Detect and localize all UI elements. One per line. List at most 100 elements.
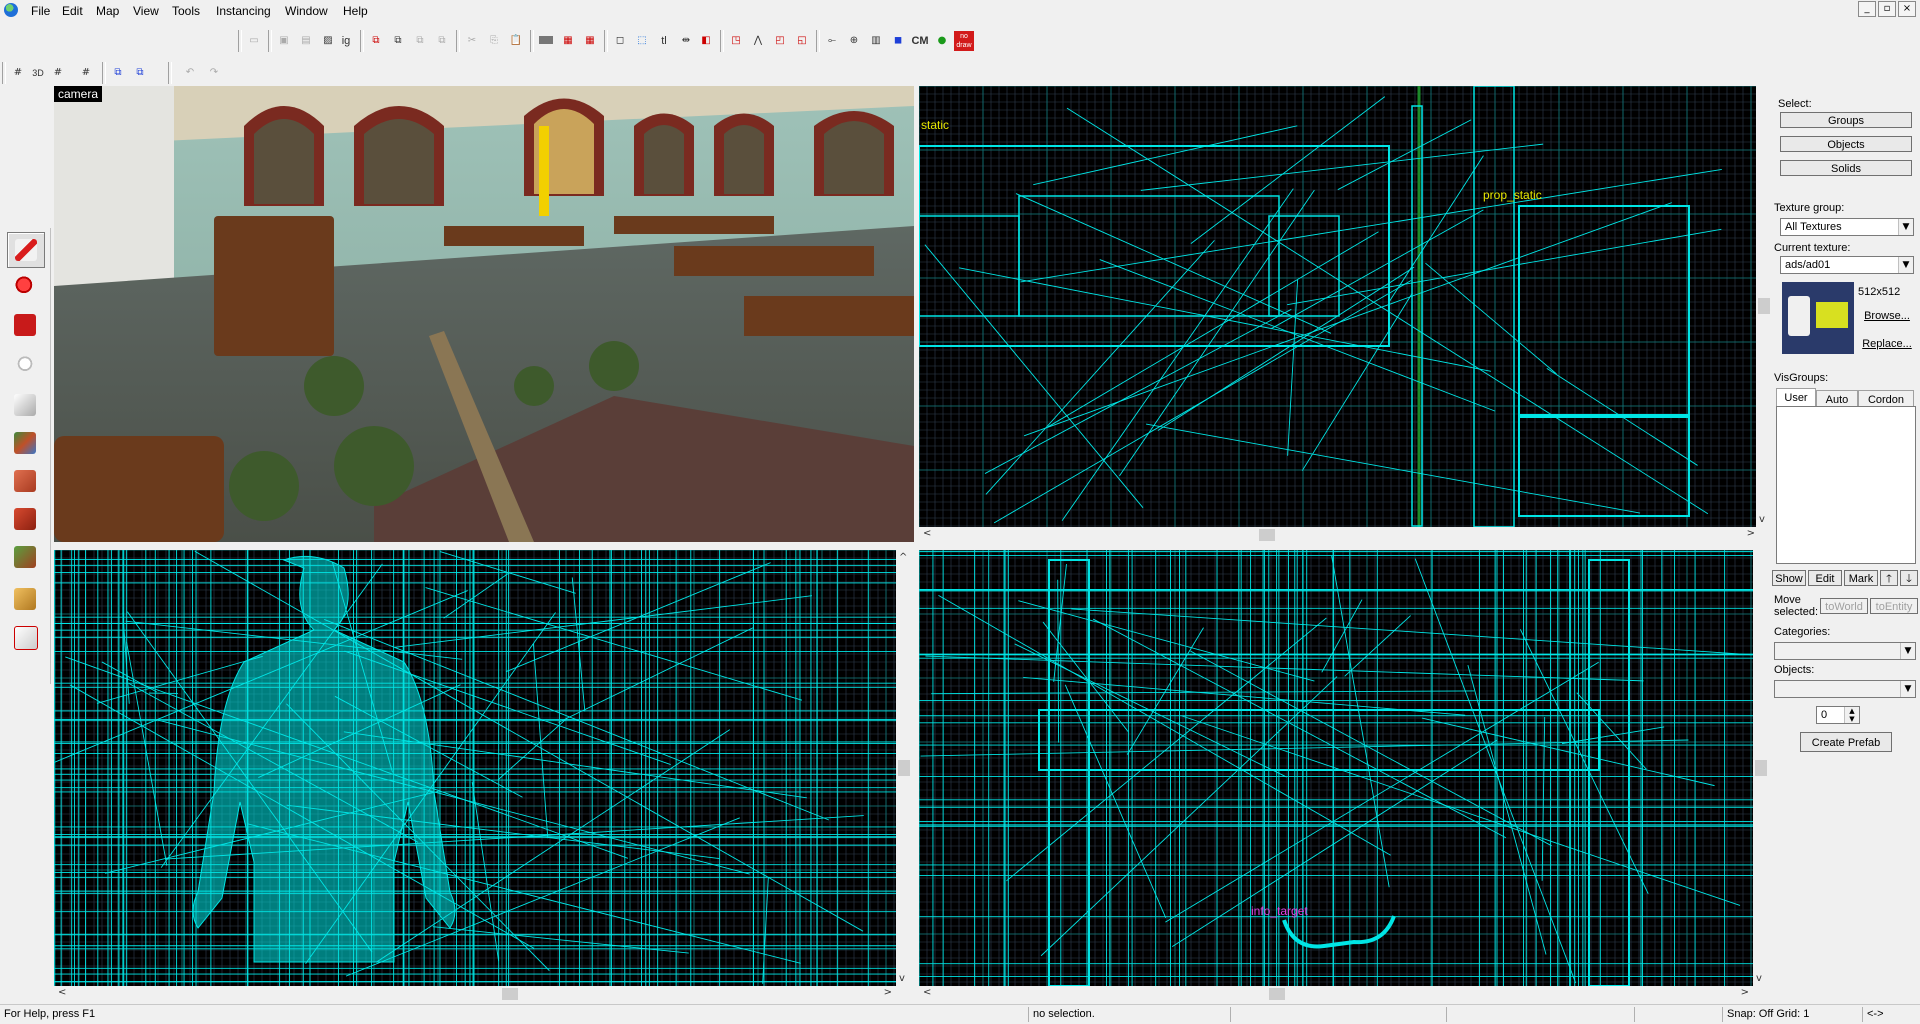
scroll-down-icon[interactable]: v xyxy=(1756,973,1762,984)
quick-hide-brushes-icon[interactable]: ◱ xyxy=(792,31,812,51)
tab-user[interactable]: User xyxy=(1776,388,1816,406)
cut-icon[interactable]: ✂ xyxy=(462,31,482,51)
run-map-icon[interactable]: ⟜ xyxy=(822,31,842,51)
side-2d-viewport[interactable] xyxy=(54,550,896,986)
magnify-tool[interactable] xyxy=(7,270,43,304)
cubemap-button[interactable]: CM xyxy=(910,31,930,51)
cascade-views-icon[interactable]: ⧉ xyxy=(130,63,150,83)
scroll-down-icon[interactable]: v xyxy=(899,973,905,984)
carve-icon[interactable]: ▭ xyxy=(244,31,264,51)
select-solids-button[interactable]: Solids xyxy=(1780,160,1912,176)
selection-box-icon[interactable]: ◻ xyxy=(610,31,630,51)
texture-lock-scale-icon[interactable]: ⧉ xyxy=(388,31,408,51)
prefab-count-spinner[interactable]: 0 ▲▼ xyxy=(1816,706,1860,724)
replace-button[interactable]: Replace... xyxy=(1858,336,1916,352)
tile-views-icon[interactable]: ⧉ xyxy=(108,63,128,83)
scroll-thumb[interactable] xyxy=(502,988,518,1000)
quick-hide-entities-icon[interactable]: ◰ xyxy=(770,31,790,51)
scroll-left-icon[interactable]: < xyxy=(58,987,66,998)
move-up-icon[interactable]: 🡑 xyxy=(1880,570,1898,586)
toggle-handles-icon[interactable]: ◧ xyxy=(696,31,716,51)
restore-button[interactable]: ▫ xyxy=(1878,1,1896,17)
scroll-thumb[interactable] xyxy=(1269,988,1285,1000)
grid-icon[interactable] xyxy=(536,31,556,51)
flip-h-icon[interactable]: ⧉ xyxy=(410,31,430,51)
entity-report-icon[interactable]: ◼ xyxy=(888,31,908,51)
vertical-scrollbar[interactable]: v xyxy=(1753,550,1769,986)
show-3d-grid-icon[interactable]: ▥ xyxy=(866,31,886,51)
scroll-right-icon[interactable]: > xyxy=(1747,528,1755,539)
grid-2d-icon[interactable]: # xyxy=(8,63,28,83)
move-down-icon[interactable]: 🡓 xyxy=(1900,570,1918,586)
scroll-up-icon[interactable]: ^ xyxy=(899,552,907,563)
overlay-tool[interactable] xyxy=(7,540,43,574)
horizontal-scrollbar[interactable]: < > xyxy=(919,527,1759,543)
redo-icon[interactable]: ↷ xyxy=(204,63,224,83)
align-icon[interactable]: ⇹ xyxy=(676,31,696,51)
grid-lg-icon[interactable]: # xyxy=(76,63,96,83)
texture-group-select[interactable]: All Textures ▼ xyxy=(1780,218,1914,236)
menu-view[interactable]: View xyxy=(133,3,159,19)
visgroup-edit-button[interactable]: Edit xyxy=(1808,570,1842,586)
check-problems-icon[interactable]: ⊕ xyxy=(844,31,864,51)
scroll-right-icon[interactable]: > xyxy=(884,987,892,998)
minimize-button[interactable]: _ xyxy=(1858,1,1876,17)
tl-icon[interactable]: tl xyxy=(654,31,674,51)
scroll-right-icon[interactable]: > xyxy=(1741,987,1749,998)
smaller-grid-icon[interactable]: ▦ xyxy=(558,31,578,51)
block-tool[interactable] xyxy=(7,388,43,422)
select-groups-button[interactable]: Groups xyxy=(1780,112,1912,128)
clip-tool[interactable] xyxy=(7,582,43,616)
flip-v-icon[interactable]: ⧉ xyxy=(432,31,452,51)
scroll-thumb[interactable] xyxy=(1755,760,1767,776)
select-icon[interactable]: ⬚ xyxy=(632,31,652,51)
visgroup-show-button[interactable]: Show xyxy=(1772,570,1806,586)
menu-help[interactable]: Help xyxy=(343,3,368,19)
copy-icon[interactable]: ⎘ xyxy=(484,31,504,51)
front-2d-viewport[interactable]: info_target xyxy=(919,550,1753,986)
group-icon[interactable]: ▣ xyxy=(274,31,294,51)
current-texture-select[interactable]: ads/ad01 ▼ xyxy=(1780,256,1914,274)
nodraw-button[interactable]: no draw xyxy=(954,31,974,51)
visgroup-mark-button[interactable]: Mark xyxy=(1844,570,1878,586)
grid-sm-icon[interactable]: # xyxy=(48,63,68,83)
texture-lock-icon[interactable]: ⧉ xyxy=(366,31,386,51)
menu-file[interactable]: File xyxy=(31,3,50,19)
scroll-left-icon[interactable]: < xyxy=(923,528,931,539)
larger-grid-icon[interactable]: ▦ xyxy=(580,31,600,51)
menu-edit[interactable]: Edit xyxy=(62,3,83,19)
entity-tool[interactable] xyxy=(7,350,43,384)
menu-window[interactable]: Window xyxy=(285,3,328,19)
menu-map[interactable]: Map xyxy=(96,3,119,19)
camera-viewport[interactable]: camera xyxy=(54,86,914,542)
selection-tool[interactable] xyxy=(7,232,45,268)
categories-select[interactable]: ▼ xyxy=(1774,642,1916,660)
apply-texture-tool[interactable] xyxy=(7,464,43,498)
scroll-thumb[interactable] xyxy=(1259,529,1275,541)
view-3d-icon[interactable]: 3D xyxy=(28,63,48,83)
scroll-thumb[interactable] xyxy=(898,760,910,776)
horizontal-scrollbar[interactable]: < > xyxy=(54,986,896,1002)
close-button[interactable]: × xyxy=(1898,1,1916,17)
ignore-groups-icon[interactable]: ig xyxy=(336,31,356,51)
scroll-thumb[interactable] xyxy=(1758,298,1770,314)
visgroups-list[interactable] xyxy=(1776,406,1916,564)
scroll-down-icon[interactable]: v xyxy=(1759,514,1765,525)
texture-preview[interactable] xyxy=(1782,282,1854,354)
top-2d-viewport[interactable]: static prop_static xyxy=(919,86,1759,527)
decal-tool[interactable] xyxy=(7,502,43,536)
leak-file-icon[interactable]: ● xyxy=(932,31,952,51)
texture-tool[interactable] xyxy=(7,426,43,460)
objects-select[interactable]: ▼ xyxy=(1774,680,1916,698)
browse-button[interactable]: Browse... xyxy=(1858,308,1916,324)
spinner-arrows-icon[interactable]: ▲▼ xyxy=(1844,707,1859,723)
helpers-icon[interactable]: ⋀ xyxy=(748,31,768,51)
camera-tool[interactable] xyxy=(7,308,43,342)
horizontal-scrollbar[interactable]: < > xyxy=(919,986,1753,1002)
paste-icon[interactable]: 📋 xyxy=(506,31,526,51)
ungroup-icon[interactable]: ▤ xyxy=(296,31,316,51)
scroll-left-icon[interactable]: < xyxy=(923,987,931,998)
menu-instancing[interactable]: Instancing xyxy=(216,3,271,19)
undo-icon[interactable]: ↶ xyxy=(180,63,200,83)
select-objects-button[interactable]: Objects xyxy=(1780,136,1912,152)
